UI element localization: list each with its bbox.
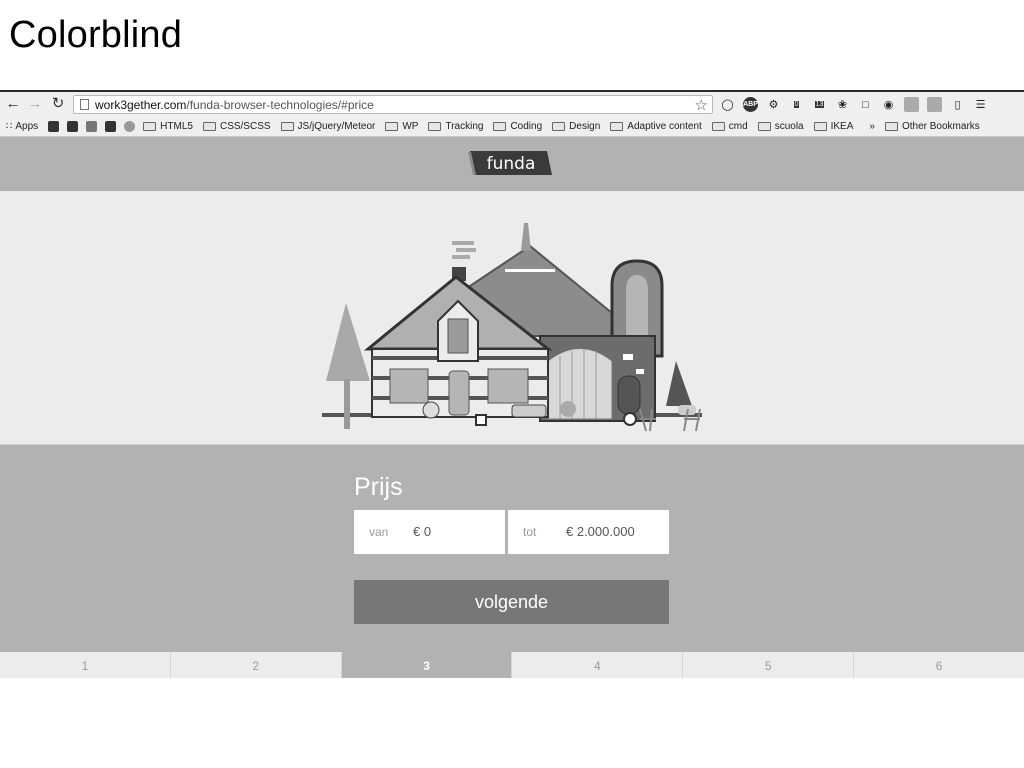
youtube-icon[interactable] (105, 121, 117, 132)
bookmark-star-icon[interactable]: ☆ (695, 96, 708, 114)
bookmark-folder[interactable]: Adaptive content (610, 121, 702, 132)
back-icon[interactable]: ← (5, 95, 21, 113)
hero-illustration (0, 191, 1024, 444)
bookmark-folder[interactable]: CSS/SCSS (202, 121, 271, 132)
step-5[interactable]: 5 (683, 652, 855, 678)
extension-icons: ◯ ABP ⚙ 0 13 ❀ □ ◉ ▯ ☰ (720, 96, 988, 113)
folder-icon (552, 122, 566, 131)
adblock-icon[interactable]: ABP (743, 97, 758, 112)
address-bar[interactable]: work3gether.com/funda-browser-technologi… (73, 95, 713, 114)
price-to-input[interactable]: tot € 2.000.000 (508, 510, 669, 554)
bookmark-folder[interactable]: scuola (757, 121, 804, 132)
cookie-icon[interactable]: ◉ (881, 97, 896, 112)
bug-icon[interactable]: ❀ (835, 97, 850, 112)
bookmark-folder[interactable]: WP (385, 121, 418, 132)
reload-icon[interactable]: ↻ (50, 95, 66, 113)
step-3[interactable]: 3 (341, 652, 513, 678)
step-progress: 1 2 3 4 5 6 (0, 652, 1024, 678)
page-icon (80, 99, 89, 110)
other-bookmarks-folder[interactable]: Other Bookmarks (884, 121, 980, 132)
linkedin-icon[interactable] (86, 121, 98, 132)
folder-icon (280, 122, 294, 131)
instagram-icon[interactable] (67, 121, 79, 132)
price-heading: Prijs (354, 473, 403, 501)
menu-icon[interactable]: ☰ (973, 97, 988, 112)
house-illustration (322, 223, 702, 432)
page-tool-icon[interactable]: ▯ (950, 97, 965, 112)
folder-icon (610, 122, 624, 131)
svg-text:funda: funda (487, 154, 536, 174)
forward-icon[interactable]: → (27, 95, 43, 113)
notes-icon[interactable]: 13 (812, 97, 827, 112)
step-6[interactable]: 6 (854, 652, 1024, 678)
ghostery-icon[interactable]: 0 (789, 97, 804, 112)
browser-window: ← → ↻ work3gether.com/funda-browser-tech… (0, 90, 1024, 678)
step-2[interactable]: 2 (171, 652, 342, 678)
layers-icon[interactable] (904, 97, 919, 112)
bookmark-folder[interactable]: HTML5 (143, 121, 193, 132)
folder-icon (428, 122, 442, 131)
bookmark-folder[interactable]: JS/jQuery/Meteor (280, 121, 375, 132)
folder-icon (385, 122, 399, 131)
bookmark-folder[interactable]: Coding (493, 121, 542, 132)
folder-icon (813, 122, 827, 131)
facebook-icon[interactable] (48, 121, 60, 132)
bookmarks-bar: ∷ Apps HTML5 CSS/SCSS JS/jQuery/Meteor W… (0, 117, 1024, 137)
compass-icon[interactable] (124, 121, 136, 132)
opera-extension-icon[interactable]: ◯ (720, 97, 735, 112)
web-page: funda Prijs van € 0 tot € 2.000.000 volg… (0, 137, 1024, 678)
apps-bookmark[interactable]: ∷ Apps (6, 121, 38, 132)
price-from-label: van (369, 525, 389, 539)
step-4[interactable]: 4 (512, 652, 684, 678)
step-1[interactable]: 1 (0, 652, 171, 678)
price-to-label: tot (523, 525, 537, 539)
apps-grid-icon: ∷ (6, 121, 13, 132)
bookmark-folder[interactable]: cmd (711, 121, 748, 132)
price-from-input[interactable]: van € 0 (354, 510, 505, 554)
next-button[interactable]: volgende (354, 580, 669, 624)
browser-toolbar: ← → ↻ work3gether.com/funda-browser-tech… (0, 92, 1024, 117)
site-header: funda (0, 137, 1024, 191)
folder-icon (143, 122, 157, 131)
folder-icon (884, 122, 898, 131)
slide-title: Colorblind (9, 14, 183, 56)
url-text: work3gether.com/funda-browser-technologi… (95, 98, 374, 112)
funda-logo[interactable]: funda (467, 150, 553, 176)
css-icon[interactable] (927, 97, 942, 112)
bookmark-folder[interactable]: IKEA (813, 121, 853, 132)
price-to-value: € 2.000.000 (566, 524, 635, 539)
price-form: Prijs van € 0 tot € 2.000.000 volgende (0, 444, 1024, 653)
folder-icon (757, 122, 771, 131)
price-from-value: € 0 (413, 524, 432, 539)
bookmark-folder[interactable]: Tracking (428, 121, 483, 132)
folder-icon (711, 122, 725, 131)
screenshot-icon[interactable]: □ (858, 97, 873, 112)
gear-icon[interactable]: ⚙ (766, 97, 781, 112)
bookmark-folder[interactable]: Design (552, 121, 600, 132)
bookmarks-overflow-button[interactable]: » (869, 121, 875, 132)
folder-icon (202, 122, 216, 131)
folder-icon (493, 122, 507, 131)
